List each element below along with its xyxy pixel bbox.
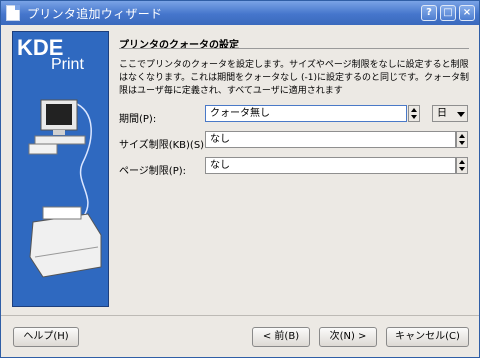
page-limit-field[interactable]: なし [205,157,456,174]
window-title: プリンタ追加ウィザード [27,7,163,21]
wizard-window: プリンタ追加ウィザード ? □ × KDE Print プリンタのクォータの設定… [0,0,480,358]
spin-up-icon[interactable] [411,108,417,112]
spin-up-icon[interactable] [459,134,465,138]
period-label: 期間(P): [119,114,157,125]
page-limit-label: ページ制限(P): [119,166,187,177]
title-bar[interactable]: プリンタ追加ウィザード ? □ × [1,1,479,25]
period-spinner[interactable] [408,105,420,122]
size-limit-label: サイズ制限(KB)(S): [119,140,208,151]
back-button[interactable]: < 前(B) [252,327,310,347]
period-unit-dropdown[interactable]: 日 [432,105,468,122]
page-description: ここでプリンタのクォータを設定します。サイズやページ制限をなしに設定すると制限は… [119,60,470,96]
heading-divider [119,48,469,49]
cancel-button[interactable]: キャンセル(C) [386,327,469,347]
spin-down-icon[interactable] [459,167,465,171]
spin-down-icon[interactable] [459,141,465,145]
spin-up-icon[interactable] [459,160,465,164]
help-button[interactable]: ヘルプ(H) [13,327,79,347]
maximize-button[interactable]: □ [440,5,456,21]
printer-illustration-icon [28,99,102,278]
period-field[interactable]: クォータ無し [205,105,407,122]
close-button[interactable]: × [459,5,475,21]
next-button[interactable]: 次(N) > [319,327,377,347]
size-limit-field[interactable]: なし [205,131,456,148]
window-icon [6,5,20,21]
chevron-down-icon[interactable] [457,112,465,117]
size-limit-spinner[interactable] [456,131,468,148]
spin-down-icon[interactable] [411,115,417,119]
help-title-button[interactable]: ? [421,5,437,21]
kde-print-sidebar-image: KDE Print [12,31,109,307]
button-divider [1,315,479,316]
page-limit-spinner[interactable] [456,157,468,174]
period-unit-value: 日 [437,108,447,119]
